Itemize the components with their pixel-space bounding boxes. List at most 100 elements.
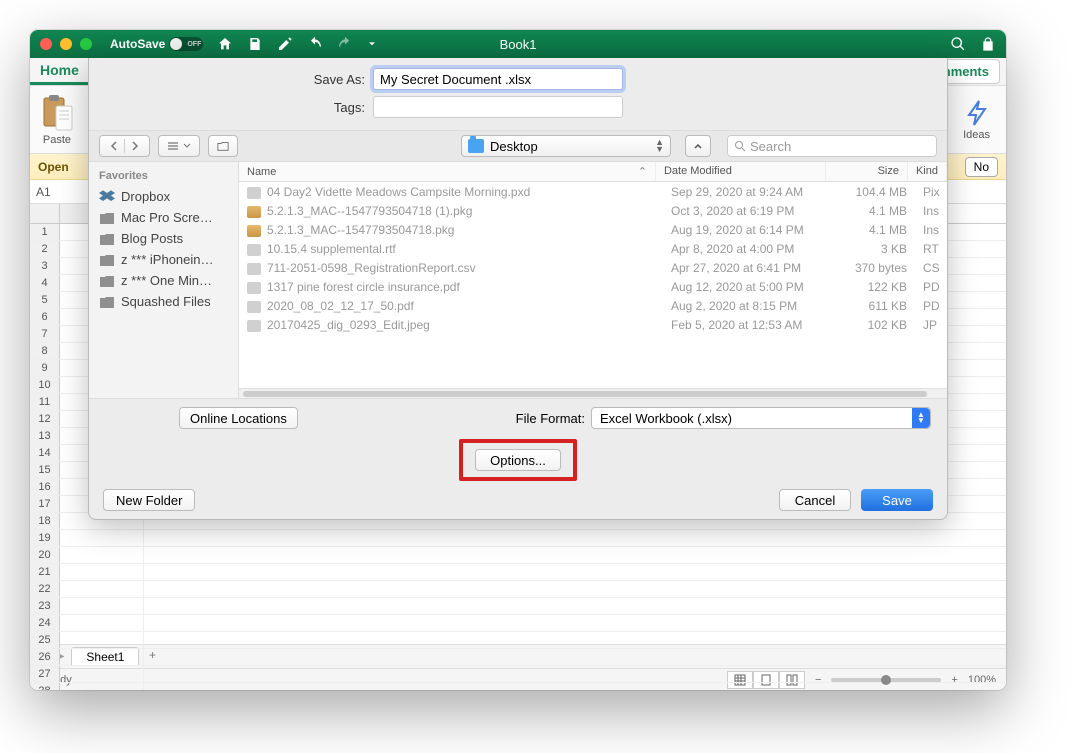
file-size: 611 KB (833, 299, 915, 313)
cancel-button[interactable]: Cancel (779, 489, 851, 511)
file-row[interactable]: 5.2.1.3_MAC--1547793504718.pkgAug 19, 20… (239, 220, 947, 239)
paste-button[interactable]: Paste (40, 94, 74, 146)
redo-icon[interactable] (337, 36, 353, 52)
cell[interactable] (60, 683, 144, 690)
select-all-corner[interactable] (30, 204, 60, 223)
sidebar-item[interactable]: z *** iPhonein… (89, 249, 238, 270)
folder-plus-icon (217, 140, 229, 152)
cell[interactable] (60, 581, 144, 597)
file-kind: PD (915, 299, 947, 313)
view-mode-button[interactable] (158, 135, 200, 157)
new-folder-button[interactable]: New Folder (103, 489, 195, 511)
tags-input[interactable] (373, 96, 623, 118)
row-header[interactable]: 18 (30, 513, 60, 529)
no-button[interactable]: No (965, 157, 998, 177)
file-row[interactable]: 1317 pine forest circle insurance.pdfAug… (239, 277, 947, 296)
file-row[interactable]: 2020_08_02_12_17_50.pdfAug 2, 2020 at 8:… (239, 296, 947, 315)
row-header[interactable]: 6 (30, 309, 60, 325)
row-header[interactable]: 2 (30, 241, 60, 257)
row-header[interactable]: 25 (30, 632, 60, 648)
file-row[interactable]: 10.15.4 supplemental.rtfApr 8, 2020 at 4… (239, 239, 947, 258)
column-size-header[interactable]: Size (826, 162, 908, 181)
chevron-up-icon (693, 141, 703, 151)
undo-icon[interactable] (307, 36, 323, 52)
cell[interactable] (60, 598, 144, 614)
cell[interactable] (60, 632, 144, 648)
location-selector[interactable]: Desktop ▲▼ (461, 135, 671, 157)
row-header[interactable]: 4 (30, 275, 60, 291)
row-header[interactable]: 7 (30, 326, 60, 342)
home-icon[interactable] (217, 36, 233, 52)
zoom-window-button[interactable] (80, 38, 92, 50)
cell[interactable] (60, 530, 144, 546)
group-button[interactable] (208, 135, 238, 157)
dropdown-icon[interactable] (367, 36, 377, 52)
cell[interactable] (60, 615, 144, 631)
autosave-toggle[interactable]: AutoSave OFF (110, 37, 203, 51)
cell[interactable] (60, 649, 144, 665)
save-as-input[interactable] (373, 68, 623, 90)
row-header[interactable]: 17 (30, 496, 60, 512)
row-header[interactable]: 8 (30, 343, 60, 359)
file-format-select[interactable]: Excel Workbook (.xlsx) ▲▼ (591, 407, 931, 429)
row-header[interactable]: 27 (30, 666, 60, 682)
sidebar-item[interactable]: z *** One Min… (89, 270, 238, 291)
share-icon[interactable] (980, 36, 996, 52)
search-input[interactable]: Search (727, 135, 937, 157)
name-box[interactable]: A1 (30, 185, 96, 199)
tab-home[interactable]: Home (30, 58, 89, 85)
options-button[interactable]: Options... (475, 449, 561, 471)
minimize-window-button[interactable] (60, 38, 72, 50)
cell[interactable] (60, 564, 144, 580)
row-header[interactable]: 1 (30, 224, 60, 240)
sidebar-item[interactable]: Blog Posts (89, 228, 238, 249)
sidebar-item[interactable]: Dropbox (89, 186, 238, 207)
row-header[interactable]: 13 (30, 428, 60, 444)
save-icon[interactable] (247, 36, 263, 52)
row-header[interactable]: 15 (30, 462, 60, 478)
folder-icon (468, 139, 484, 153)
row-header[interactable]: 9 (30, 360, 60, 376)
zoom-slider[interactable] (831, 678, 941, 682)
row-header[interactable]: 14 (30, 445, 60, 461)
cell[interactable] (60, 547, 144, 563)
row-header[interactable]: 12 (30, 411, 60, 427)
sidebar-item[interactable]: Mac Pro Scre… (89, 207, 238, 228)
row-header[interactable]: 5 (30, 292, 60, 308)
row-header[interactable]: 11 (30, 394, 60, 410)
row-header[interactable]: 24 (30, 615, 60, 631)
column-kind-header[interactable]: Kind (908, 162, 947, 181)
dialog-toolbar: Desktop ▲▼ Search (89, 130, 947, 162)
close-window-button[interactable] (40, 38, 52, 50)
row-header[interactable]: 22 (30, 581, 60, 597)
file-row[interactable]: 04 Day2 Vidette Meadows Campsite Morning… (239, 182, 947, 201)
column-name-header[interactable]: Name ⌃ (239, 162, 656, 181)
file-name: 711-2051-0598_RegistrationReport.csv (239, 261, 663, 275)
row-header[interactable]: 20 (30, 547, 60, 563)
row-header[interactable]: 21 (30, 564, 60, 580)
file-row[interactable]: 5.2.1.3_MAC--1547793504718 (1).pkgOct 3,… (239, 201, 947, 220)
collapse-button[interactable] (685, 135, 711, 157)
cell[interactable] (60, 666, 144, 682)
file-row[interactable]: 20170425_dig_0293_Edit.jpegFeb 5, 2020 a… (239, 315, 947, 334)
row-header[interactable]: 19 (30, 530, 60, 546)
column-date-header[interactable]: Date Modified (656, 162, 826, 181)
save-as-label: Save As: (105, 72, 373, 87)
row-header[interactable]: 28 (30, 683, 60, 690)
edit-icon[interactable] (277, 36, 293, 52)
horizontal-scrollbar[interactable] (239, 388, 947, 398)
file-row[interactable]: 711-2051-0598_RegistrationReport.csvApr … (239, 258, 947, 277)
search-icon[interactable] (950, 36, 966, 52)
save-button[interactable]: Save (861, 489, 933, 511)
ideas-button[interactable]: Ideas (963, 99, 990, 141)
row-header[interactable]: 26 (30, 649, 60, 665)
online-locations-button[interactable]: Online Locations (179, 407, 298, 429)
row-header[interactable]: 23 (30, 598, 60, 614)
sidebar-item[interactable]: Squashed Files (89, 291, 238, 312)
autosave-switch[interactable]: OFF (169, 37, 203, 51)
row-header[interactable]: 10 (30, 377, 60, 393)
back-forward-buttons[interactable] (99, 135, 150, 157)
file-name: 04 Day2 Vidette Meadows Campsite Morning… (239, 185, 663, 199)
row-header[interactable]: 16 (30, 479, 60, 495)
row-header[interactable]: 3 (30, 258, 60, 274)
